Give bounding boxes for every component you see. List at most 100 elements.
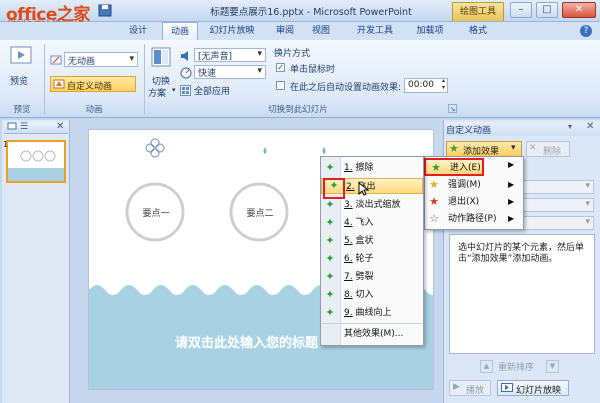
effect-item-3[interactable]: ✦ 3. 淡出式缩放: [320, 197, 424, 213]
speed-dropdown[interactable]: 快速 ▾: [194, 65, 266, 79]
move-up-icon[interactable]: ▲: [480, 360, 493, 373]
spinner-icon[interactable]: ▴ ▾: [442, 77, 445, 91]
apply-all-label: 全部应用: [194, 87, 231, 97]
menu-separator: [322, 323, 422, 324]
effect-item-7[interactable]: ✦ 7. 劈裂: [320, 269, 424, 285]
effect-item-9[interactable]: ✦ 9. 曲线向上: [320, 305, 424, 321]
custom-animation-label: 自定义动画: [67, 82, 113, 92]
tab-view[interactable]: 视图: [308, 22, 334, 40]
animation-list[interactable]: 选中幻灯片的某个元素，然后单击“添加效果”添加动画。: [449, 234, 595, 354]
menu-item-exit[interactable]: ★ 退出(X) ▶: [424, 194, 524, 210]
effect-item-6[interactable]: ✦ 6. 轮子: [320, 251, 424, 267]
tab-design[interactable]: 设计: [124, 22, 152, 40]
mouse-cursor-icon: [358, 181, 370, 196]
slide-number: 1: [3, 140, 9, 149]
maximize-button[interactable]: □: [536, 2, 558, 18]
apply-all-icon: [180, 85, 191, 96]
property-dropdown[interactable]: ▾: [520, 198, 594, 212]
scheme-label-2: 方案: [148, 89, 167, 99]
effect-item-4[interactable]: ✦ 4. 飞入: [320, 215, 424, 231]
effect-star-icon: ✦: [323, 178, 345, 199]
reorder-label: 重新排序: [498, 363, 535, 373]
move-down-icon[interactable]: ▼: [546, 360, 559, 373]
effect-label: 擦除: [355, 163, 374, 173]
tab-animation[interactable]: 动画: [162, 22, 198, 41]
effect-star-icon: ✦: [325, 306, 335, 319]
slides-tab-icon[interactable]: [7, 122, 17, 132]
chevron-down-icon: ▾: [511, 143, 516, 153]
delete-icon: ✕: [529, 143, 537, 153]
help-icon[interactable]: ?: [580, 25, 592, 37]
point-two-text[interactable]: 要点二: [243, 206, 277, 219]
effect-number: 5.: [344, 236, 353, 246]
tab-slideshow[interactable]: 幻灯片放映: [204, 22, 260, 40]
close-button[interactable]: ✕: [562, 2, 596, 18]
tab-format[interactable]: 格式: [464, 22, 492, 40]
effect-star-icon: ✦: [325, 270, 335, 283]
dialog-launcher-icon[interactable]: ↘: [448, 104, 457, 113]
pane-menu-icon[interactable]: ▾: [568, 122, 572, 131]
start-dropdown[interactable]: ▾: [520, 180, 594, 194]
selection-handles: [145, 138, 165, 158]
minimize-button[interactable]: –: [510, 2, 532, 18]
effect-number: 1.: [344, 163, 353, 173]
chevron-down-icon: ▾: [172, 86, 176, 94]
delete-label: 删除: [543, 147, 562, 157]
transition-group-label: 切换到此幻灯片: [268, 105, 328, 115]
on-click-checkbox[interactable]: ✓: [276, 63, 285, 72]
submenu-arrow-icon: ▶: [508, 214, 515, 223]
menu-item-label: 强调(M): [448, 180, 481, 190]
drawing-tools-context-tab[interactable]: 绘图工具: [452, 2, 504, 21]
outline-tab-icon[interactable]: ☰: [20, 122, 28, 132]
time-input[interactable]: 00:00 ▴ ▾: [404, 77, 448, 93]
effect-item-1[interactable]: ✦ 1. 擦除: [320, 160, 424, 176]
auto-advance-checkbox[interactable]: [276, 81, 285, 90]
add-effect-button[interactable]: ★ 添加效果 ▾: [446, 141, 522, 157]
apply-all-button[interactable]: 全部应用: [180, 84, 260, 98]
effect-number: 2.: [346, 182, 355, 192]
animation-dropdown[interactable]: 无动画 ▾: [64, 52, 138, 67]
tab-developer[interactable]: 开发工具: [350, 22, 400, 40]
effect-label: 飞入: [355, 218, 374, 228]
close-pane-icon[interactable]: ✕: [586, 121, 594, 132]
play-label: 播放: [466, 386, 485, 396]
effect-star-icon: ✦: [325, 252, 335, 265]
transition-scheme-button[interactable]: 切换 方案: [148, 46, 174, 99]
point-one-text[interactable]: 要点一: [139, 206, 173, 219]
effect-number: 8.: [344, 290, 353, 300]
effect-item-5[interactable]: ✦ 5. 盒状: [320, 233, 424, 249]
menu-item-label: 退出(X): [448, 197, 480, 207]
effect-star-icon: ✦: [325, 288, 335, 301]
effect-item-2[interactable]: ✦ 2. 飞出: [321, 178, 423, 199]
delete-effect-button[interactable]: ✕ 删除: [526, 141, 570, 157]
speed-value: 快速: [198, 69, 217, 79]
close-pane-icon[interactable]: ✕: [56, 121, 64, 132]
save-icon[interactable]: [98, 4, 112, 17]
preview-button[interactable]: 预览: [8, 44, 34, 90]
exit-star-icon: ★: [429, 195, 439, 208]
custom-animation-button[interactable]: 自定义动画: [50, 76, 136, 92]
effect-item-8[interactable]: ✦ 8. 切入: [320, 287, 424, 303]
more-effects-item[interactable]: 其他效果(M)...: [320, 326, 424, 342]
menu-item-entrance[interactable]: ★ 进入(E): [424, 158, 484, 176]
submenu-arrow-icon: ▶: [508, 180, 515, 189]
play-button[interactable]: ▶ 播放: [449, 380, 491, 396]
menu-item-motion-path[interactable]: ☆ 动作路径(P) ▶: [424, 211, 524, 227]
sound-icon: [180, 50, 192, 62]
chevron-down-icon: ▾: [585, 217, 590, 227]
speed-effect-dropdown[interactable]: ▾: [520, 216, 594, 230]
effect-number: 9.: [344, 308, 353, 318]
slide-thumbnail-preview: [8, 150, 64, 181]
slideshow-icon: [501, 383, 513, 394]
tab-review[interactable]: 审阅: [272, 22, 298, 40]
custom-animation-icon: [53, 78, 65, 90]
menu-item-emphasis[interactable]: ★ 强调(M) ▶: [424, 177, 524, 193]
sound-dropdown[interactable]: [无声音] ▾: [194, 48, 266, 62]
slide-thumbnail[interactable]: [6, 140, 66, 183]
speed-icon: [180, 67, 192, 79]
effect-number: 4.: [344, 218, 353, 228]
slides-pane-tabs: ☰ ✕: [4, 121, 68, 134]
tab-addins[interactable]: 加载项: [410, 22, 450, 40]
play-icon: ▶: [453, 382, 460, 392]
slideshow-button[interactable]: 幻灯片放映: [497, 380, 569, 396]
